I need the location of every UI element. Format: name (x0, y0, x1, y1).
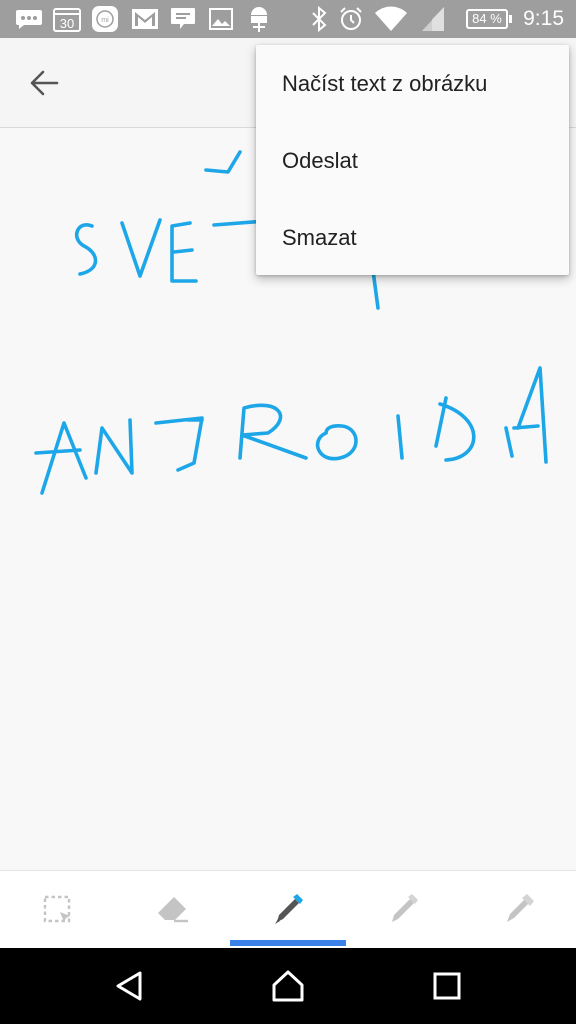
menu-item-send[interactable]: Odeslat (256, 130, 569, 207)
overflow-menu: Načíst text z obrázku Odeslat Smazat (256, 45, 569, 275)
calendar-day: 30 (60, 16, 74, 31)
chat-icon (168, 0, 198, 38)
tool-highlighter[interactable] (461, 871, 576, 949)
tool-pen[interactable] (230, 871, 345, 949)
clock: 9:15 (523, 7, 564, 30)
wifi-icon (372, 0, 410, 38)
nav-recents-button[interactable] (412, 951, 482, 1021)
bluetooth-icon (306, 0, 332, 38)
gallery-icon (206, 0, 236, 38)
tool-pencil[interactable] (346, 871, 461, 949)
gmail-icon (130, 0, 160, 38)
alarm-icon (336, 0, 366, 38)
highlighter-icon (507, 894, 535, 922)
mi-icon: mi (90, 0, 120, 38)
recents-icon (433, 972, 461, 1000)
nav-back-button[interactable] (94, 951, 164, 1021)
handwriting-word-2 (34, 366, 548, 495)
tool-lasso-select[interactable] (0, 871, 115, 949)
pencil-icon (392, 894, 419, 922)
back-button[interactable] (14, 60, 74, 106)
lasso-select-icon (43, 895, 70, 923)
pen-icon (274, 894, 303, 924)
arrow-back-icon (30, 70, 59, 96)
menu-item-recognize-text[interactable]: Načíst text z obrázku (256, 53, 569, 130)
nav-home-button[interactable] (253, 951, 323, 1021)
selected-tool-indicator (230, 940, 346, 946)
tool-eraser[interactable] (115, 871, 230, 949)
menu-item-delete[interactable]: Smazat (256, 207, 569, 284)
home-icon (272, 970, 304, 1002)
navigation-bar (0, 948, 576, 1024)
battery-icon: 84 % (466, 9, 512, 29)
back-triangle-icon (116, 971, 142, 1001)
signal-icon (418, 0, 448, 38)
battery-level: 84 % (472, 11, 502, 26)
svg-text:mi: mi (101, 17, 109, 24)
messages-icon (14, 0, 44, 38)
status-bar: 30 mi 84 % 9:15 (0, 0, 576, 38)
android-debug-icon (244, 0, 274, 38)
eraser-icon (157, 897, 188, 923)
tool-bar (0, 870, 576, 948)
calendar-icon: 30 (52, 0, 82, 38)
